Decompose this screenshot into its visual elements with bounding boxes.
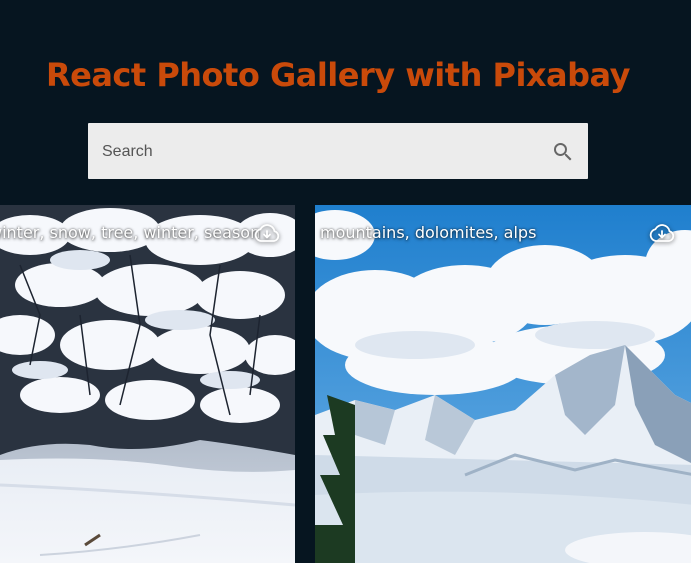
cloud-download-icon[interactable] xyxy=(254,222,280,244)
search-icon[interactable] xyxy=(551,140,575,164)
image-tags: winter, snow, tree, winter, season xyxy=(0,223,261,242)
search-bar xyxy=(88,123,588,181)
gallery-card[interactable]: winter, snow, tree, winter, season xyxy=(0,205,295,563)
page-title: React Photo Gallery with Pixabay xyxy=(45,56,631,94)
gallery-image xyxy=(0,205,295,563)
image-tags: mountains, dolomites, alps xyxy=(320,223,537,242)
cloud-download-icon[interactable] xyxy=(649,222,675,244)
page: React Photo Gallery with Pixabay Search … xyxy=(0,0,691,563)
gallery-card[interactable]: mountains, dolomites, alps xyxy=(315,205,691,563)
gallery-image xyxy=(315,205,691,563)
search-input[interactable] xyxy=(100,123,534,181)
